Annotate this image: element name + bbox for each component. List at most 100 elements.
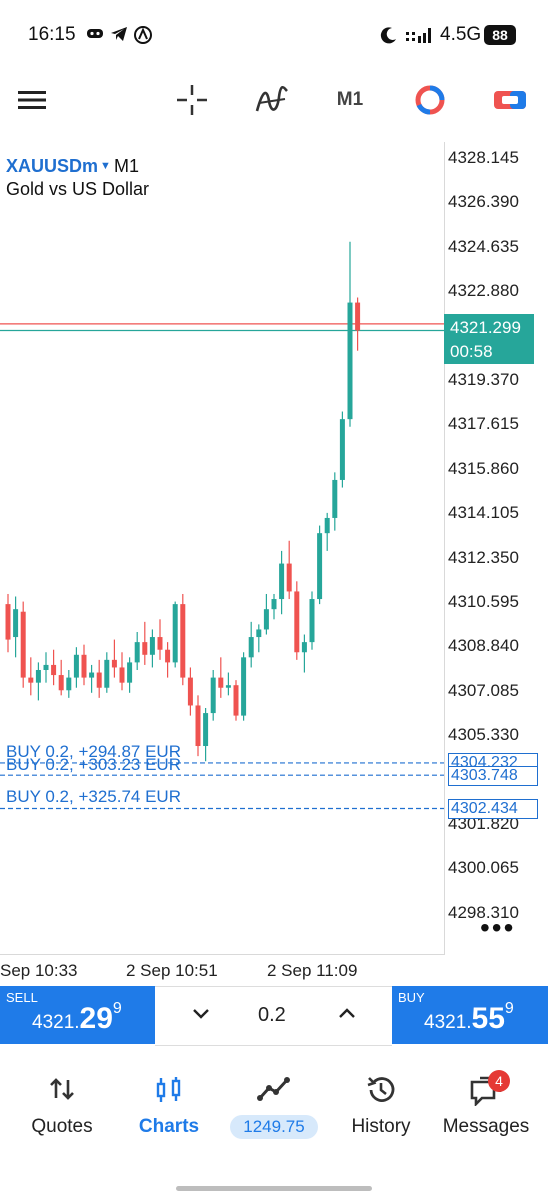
nav-charts[interactable]: Charts bbox=[124, 1064, 214, 1144]
history-icon bbox=[367, 1077, 395, 1102]
price-tick: 4322.880 bbox=[448, 281, 519, 300]
candle-body bbox=[195, 705, 201, 747]
battery-icon: 88 bbox=[484, 25, 516, 45]
sell-price: 4321.299 bbox=[32, 1000, 122, 1035]
nav-label: History bbox=[351, 1116, 411, 1137]
timeframe-button[interactable]: M1 bbox=[328, 78, 372, 122]
menu-icon[interactable] bbox=[10, 78, 54, 122]
candle-body bbox=[347, 302, 353, 420]
status-time: 16:15 bbox=[28, 24, 76, 45]
telegram-icon bbox=[110, 26, 128, 47]
price-tick: 4305.330 bbox=[448, 725, 519, 744]
candle-body bbox=[355, 302, 361, 331]
chart-symbol[interactable]: XAUUSDm bbox=[6, 156, 98, 177]
candle-body bbox=[89, 672, 95, 678]
time-tick: 2 Sep 10:51 bbox=[126, 961, 218, 980]
volume-value[interactable]: 0.2 bbox=[258, 1004, 286, 1027]
candle-body bbox=[225, 685, 231, 688]
price-tick: 4300.065 bbox=[448, 858, 519, 877]
buy-caption: BUY bbox=[398, 990, 425, 1005]
price-tick: 4314.105 bbox=[448, 503, 519, 522]
bar-timer: 00:58 bbox=[450, 342, 493, 361]
indicators-icon[interactable] bbox=[250, 78, 294, 122]
buy-price: 4321.559 bbox=[424, 1000, 514, 1035]
nav-label: Messages bbox=[442, 1116, 530, 1137]
messages-badge: 4 bbox=[488, 1070, 510, 1092]
candle-body bbox=[187, 677, 193, 706]
candle-body bbox=[165, 649, 171, 663]
candle-body bbox=[286, 563, 292, 592]
candle-body bbox=[127, 662, 133, 683]
candle-body bbox=[66, 677, 72, 691]
balance-badge: 1249.75 bbox=[230, 1115, 318, 1139]
order-price-tag: 4303.748 bbox=[448, 766, 538, 786]
price-tick: 4312.350 bbox=[448, 548, 519, 567]
candle-body bbox=[180, 604, 186, 678]
price-tick: 4328.145 bbox=[448, 148, 519, 167]
candle-body bbox=[28, 677, 34, 683]
more-icon[interactable]: ••• bbox=[480, 914, 515, 942]
charts-icon bbox=[156, 1077, 181, 1102]
price-tick: 4307.085 bbox=[448, 681, 519, 700]
trade-icon bbox=[257, 1077, 290, 1101]
nav-label: Quotes bbox=[31, 1116, 93, 1137]
timeframe-label: M1 bbox=[336, 89, 364, 110]
price-tick: 4310.595 bbox=[448, 592, 519, 611]
candle-body bbox=[324, 517, 330, 534]
candle-body bbox=[58, 675, 64, 691]
order-price-tag: 4302.434 bbox=[448, 799, 538, 819]
nav-quotes[interactable]: Quotes bbox=[14, 1064, 110, 1144]
candle-body bbox=[142, 642, 148, 655]
nav-label: Charts bbox=[138, 1116, 200, 1137]
candle-body bbox=[210, 677, 216, 714]
chart-description: Gold vs US Dollar bbox=[6, 179, 150, 199]
volume-increase-button[interactable] bbox=[332, 996, 362, 1032]
moon-icon bbox=[380, 26, 398, 49]
time-tick: 2 Sep 11:09 bbox=[267, 961, 358, 980]
price-tick: 4319.370 bbox=[448, 370, 519, 389]
nav-messages[interactable]: Messages bbox=[436, 1064, 536, 1144]
nav-history[interactable]: History bbox=[336, 1064, 426, 1144]
candle-body bbox=[81, 654, 87, 678]
bid-price: 4321.299 bbox=[450, 318, 521, 337]
quotes-icon bbox=[50, 1078, 74, 1100]
candle-body bbox=[203, 713, 209, 747]
order-label[interactable]: BUY 0.2, +325.74 EUR bbox=[6, 787, 181, 807]
candle-body bbox=[248, 637, 254, 658]
candle-body bbox=[233, 685, 239, 716]
game-controller-icon bbox=[86, 26, 104, 45]
sell-button[interactable]: SELL 4321.299 bbox=[0, 986, 155, 1044]
candle-body bbox=[20, 611, 26, 678]
home-indicator[interactable] bbox=[176, 1186, 372, 1191]
candle-body bbox=[241, 657, 247, 716]
candle-body bbox=[301, 642, 307, 653]
price-tick: 4324.635 bbox=[448, 237, 519, 256]
price-tick: 4317.615 bbox=[448, 414, 519, 433]
symbol-dropdown-icon[interactable]: ▼ bbox=[100, 160, 111, 172]
candle-body bbox=[279, 563, 285, 600]
order-label[interactable]: BUY 0.2, +303.23 EUR bbox=[6, 755, 181, 775]
buy-button[interactable]: BUY 4321.559 bbox=[392, 986, 548, 1044]
candle-body bbox=[5, 604, 11, 640]
chart-type-icon[interactable] bbox=[408, 78, 452, 122]
crosshair-icon[interactable] bbox=[170, 78, 214, 122]
candle-body bbox=[13, 609, 19, 638]
candle-body bbox=[271, 599, 277, 610]
candle-body bbox=[43, 664, 49, 670]
price-tick: 4326.390 bbox=[448, 192, 519, 211]
candle-body bbox=[309, 599, 315, 643]
time-tick: Sep 10:33 bbox=[0, 961, 78, 980]
network-type: 4.5G bbox=[440, 24, 482, 45]
candle-body bbox=[339, 419, 345, 480]
price-tick: 4315.860 bbox=[448, 459, 519, 478]
trade-toggle-icon[interactable] bbox=[488, 78, 532, 122]
candle-body bbox=[73, 654, 79, 678]
signal-icon bbox=[406, 26, 434, 49]
candle-body bbox=[218, 677, 224, 688]
candle-body bbox=[134, 642, 140, 663]
candle-body bbox=[317, 533, 323, 600]
volume-decrease-button[interactable] bbox=[186, 996, 216, 1032]
candle-body bbox=[332, 479, 338, 518]
chart-timeframe: M1 bbox=[114, 156, 140, 176]
candle-body bbox=[263, 609, 269, 630]
